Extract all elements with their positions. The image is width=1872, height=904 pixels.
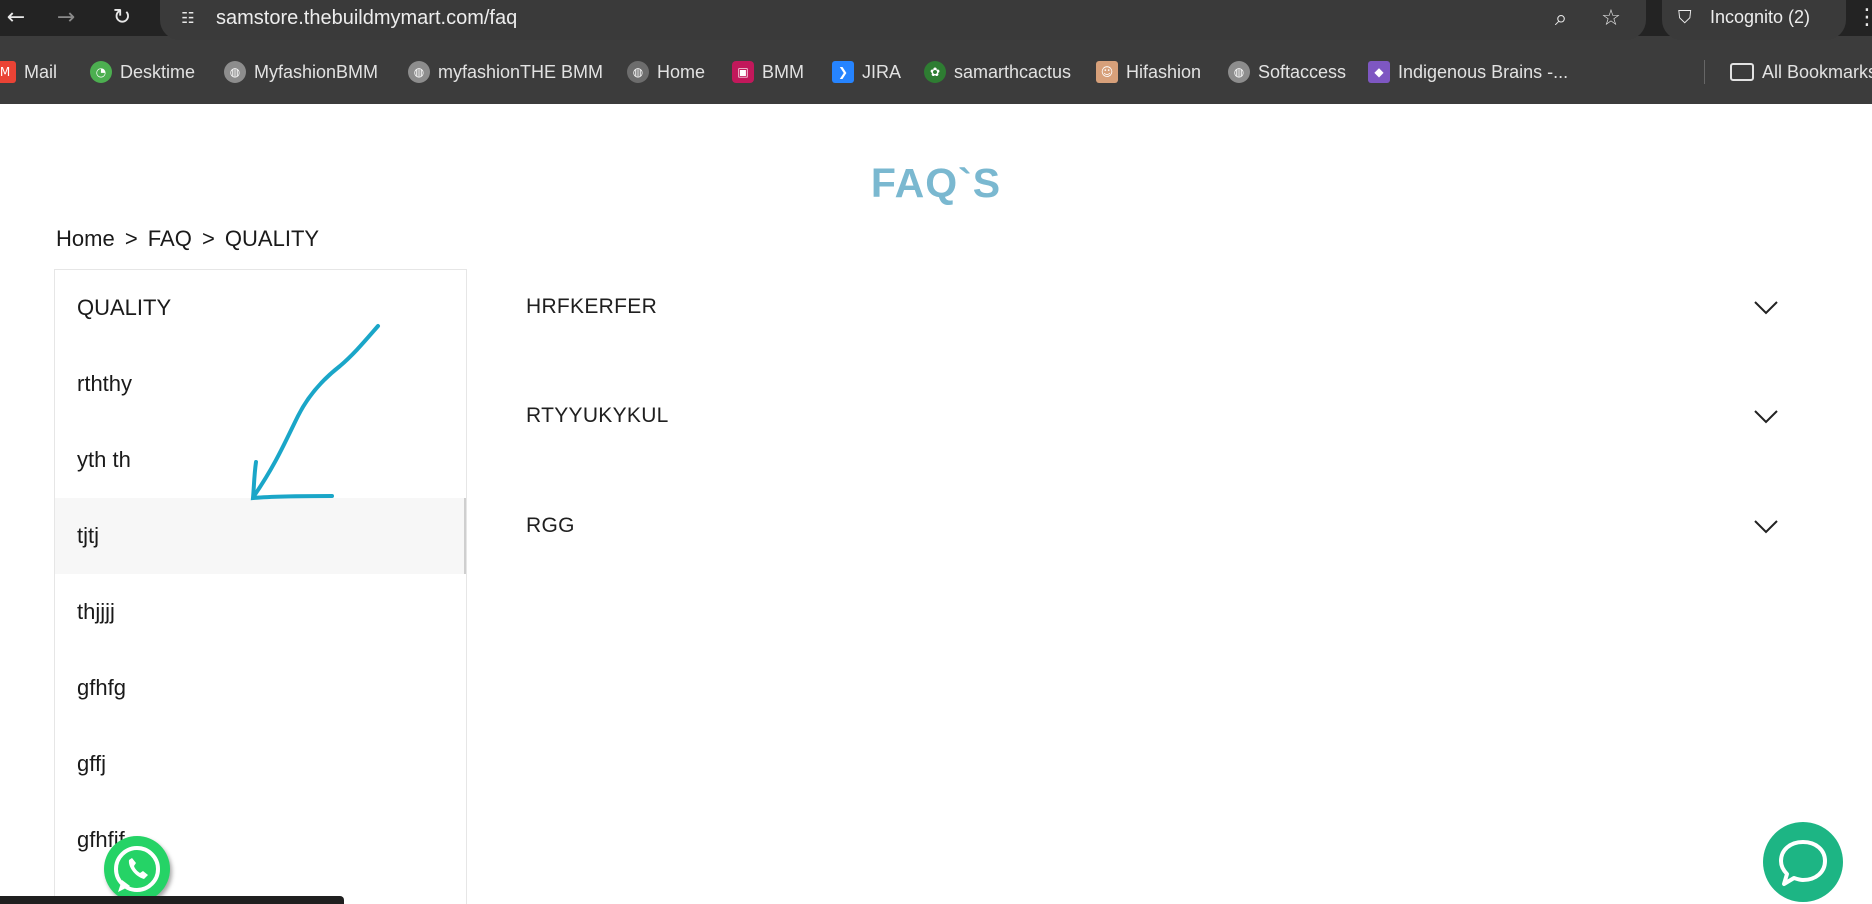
forward-arrow-icon[interactable]: → [50,2,82,34]
reload-icon[interactable]: ↻ [106,2,138,34]
menu-kebab-icon[interactable]: ⋮ [1856,2,1872,34]
sidebar-item-tjtj[interactable]: tjtj [55,498,466,574]
chevron-down-icon[interactable] [1752,293,1780,321]
breadcrumb-separator: > [124,226,138,251]
zoom-icon[interactable]: ⌕ [1546,4,1576,34]
faq-item[interactable]: HRFKERFER [526,287,1780,327]
chevron-down-icon[interactable] [1752,512,1780,540]
bookmark-indigenous-brains[interactable]: ◆ Indigenous Brains -... [1368,54,1568,90]
faq-item[interactable]: RGG [526,506,1780,546]
faq-question[interactable]: RTYYUKYKUL [526,396,669,436]
chevron-down-icon[interactable] [1752,402,1780,430]
brain-icon: ◆ [1368,60,1390,83]
back-arrow-icon[interactable]: ← [0,2,32,34]
bookmark-softaccess[interactable]: ◍ Softaccess [1228,54,1346,90]
whatsapp-button[interactable] [104,836,170,902]
bottom-bar [0,896,344,904]
breadcrumb: Home > FAQ > QUALITY [54,226,321,252]
annotation-arrow-icon [250,324,380,501]
bookmark-myfashionbmm[interactable]: ◍ MyfashionBMM [224,54,378,90]
bookmark-desktime[interactable]: ◔ Desktime [90,54,195,90]
chat-bubble-icon [1779,840,1827,886]
faq-item[interactable]: RTYYUKYKUL [526,396,1780,436]
globe-icon: ◍ [224,60,246,83]
faq-question[interactable]: HRFKERFER [526,287,657,327]
bookmark-samarthcactus[interactable]: ✿ samarthcactus [924,54,1071,90]
site-settings-icon[interactable]: ☷ [176,6,200,30]
globe-icon: ◍ [627,60,649,83]
address-bar[interactable]: ☷ samstore.thebuildmymart.com/faq ⌕ ☆ [160,0,1646,40]
bookmark-jira[interactable]: ❯ JIRA [832,54,901,90]
sidebar-item-gffj[interactable]: gffj [55,726,466,802]
sidebar-item-thjjjj[interactable]: thjjjj [55,574,466,650]
breadcrumb-faq[interactable]: FAQ [148,226,192,251]
all-bookmarks[interactable]: All Bookmarks [1730,54,1872,90]
incognito-icon: ⛉ [1678,7,1692,28]
bookmarks-bar: M Mail ◔ Desktime ◍ MyfashionBMM ◍ myfashion… [0,54,1872,90]
bmm-icon: ▣ [732,60,754,83]
url-text[interactable]: samstore.thebuildmymart.com/faq [216,7,517,30]
jira-icon: ❯ [832,60,854,83]
sidebar-item-gfhfg[interactable]: gfhfg [55,650,466,726]
incognito-indicator[interactable]: ⛉ Incognito (2) [1662,0,1846,40]
avatar-icon: ☺ [1096,60,1118,83]
chat-button[interactable] [1763,822,1843,902]
bookmark-hifashion[interactable]: ☺ Hifashion [1096,54,1201,90]
browser-toolbar: ← → ↻ ☷ samstore.thebuildmymart.com/faq … [0,0,1872,40]
faq-question[interactable]: RGG [526,506,575,546]
globe-icon: ◍ [408,60,430,83]
folder-icon [1730,62,1754,81]
bookmark-star-icon[interactable]: ☆ [1596,4,1626,34]
globe-icon: ◍ [1228,60,1250,83]
bookmark-mail[interactable]: M Mail [0,54,57,90]
breadcrumb-home[interactable]: Home [56,226,115,251]
breadcrumb-current: QUALITY [224,226,320,251]
bookmark-home[interactable]: ◍ Home [627,54,705,90]
bookmark-bmm[interactable]: ▣ BMM [732,54,804,90]
page-title: FAQ`S [870,160,1002,206]
gmail-icon: M [0,60,16,83]
desktime-icon: ◔ [90,60,112,83]
bookmarks-divider [1704,60,1705,84]
cactus-icon: ✿ [924,60,946,83]
bookmark-myfashion-the-bmm[interactable]: ◍ myfashionTHE BMM [408,54,603,90]
whatsapp-icon [114,846,160,892]
breadcrumb-separator: > [201,226,215,251]
